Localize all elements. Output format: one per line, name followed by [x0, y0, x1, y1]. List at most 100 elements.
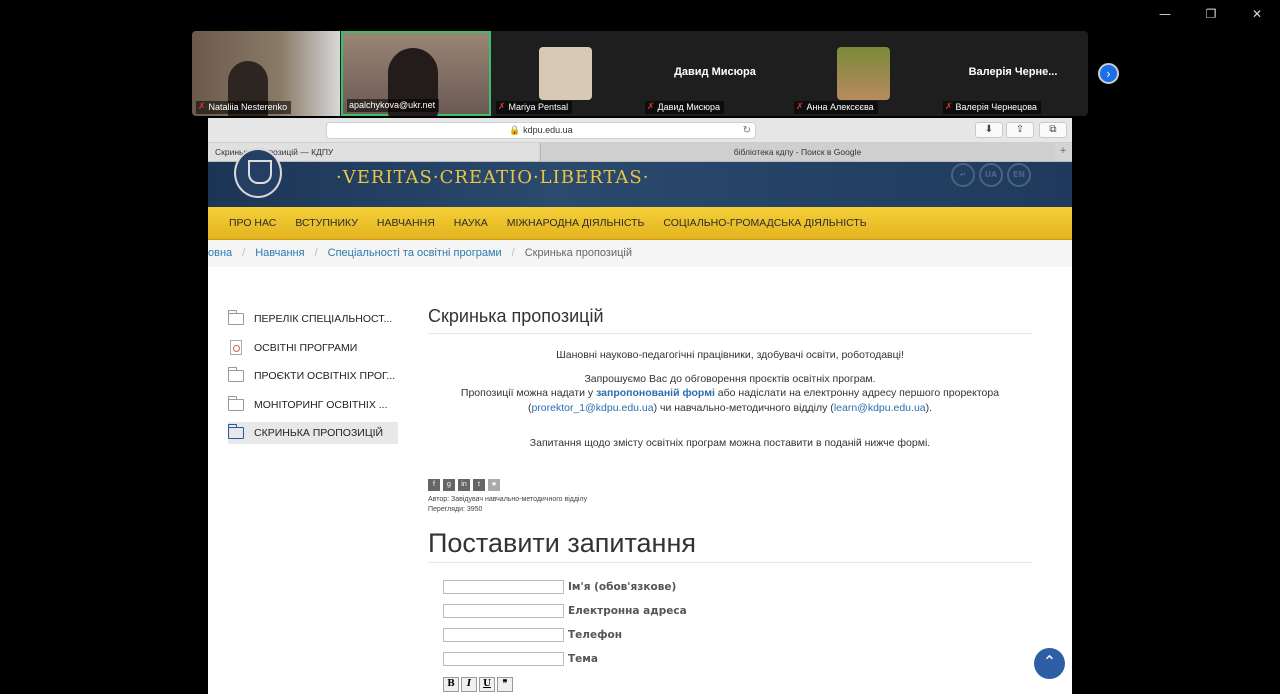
- quote-icon[interactable]: ❞: [497, 676, 513, 692]
- url-text: kdpu.edu.ua: [523, 125, 573, 135]
- subject-label: Тема: [568, 652, 598, 665]
- mic-muted-icon: ✗: [796, 102, 804, 112]
- tab-google[interactable]: бібліотека кдпу - Поиск в Google: [540, 143, 1054, 161]
- folder-icon: [228, 424, 244, 440]
- sidebar-item-monitoring[interactable]: МОНІТОРИНГ ОСВІТНІХ ...: [228, 394, 398, 416]
- underline-button[interactable]: U: [479, 676, 495, 692]
- tabs-icon: ⧉: [1049, 124, 1057, 135]
- breadcrumb-current: Скринька пропозицій: [524, 247, 633, 259]
- bookmark-icon[interactable]: ★: [488, 478, 500, 491]
- name-label: Ім'я (обов'язкове): [568, 580, 677, 593]
- participant-name: ✗ Валерія Чернецова: [943, 101, 1041, 114]
- share-icons: f g in t ★: [428, 478, 1032, 491]
- new-tab-icon[interactable]: +: [1054, 143, 1072, 161]
- subject-input[interactable]: [443, 651, 564, 666]
- participant-tile-active[interactable]: apalchykova@ukr.net: [341, 31, 491, 116]
- minimize-button[interactable]: —: [1142, 0, 1188, 28]
- name-input[interactable]: [443, 579, 564, 594]
- email-label: Електронна адреса: [568, 604, 687, 617]
- participant-name: ✗ Mariya Pentsal: [496, 101, 573, 114]
- twitter-icon[interactable]: t: [473, 478, 485, 491]
- breadcrumb-home[interactable]: овна: [208, 247, 232, 259]
- facebook-icon[interactable]: f: [428, 478, 440, 491]
- nav-international[interactable]: МІЖНАРОДНА ДІЯЛЬНІСТЬ: [507, 217, 645, 229]
- mic-muted-icon: ✗: [647, 102, 655, 112]
- sidebar-menu: ПЕРЕЛІК СПЕЦІАЛЬНОСТ... ОСВІТНІ ПРОГРАМИ…: [228, 308, 398, 451]
- google-plus-icon[interactable]: g: [443, 478, 455, 491]
- site-banner: ·VERITAS·CREATIO·LIBERTAS· ↵ UA EN: [208, 148, 1072, 207]
- lock-icon: 🔒: [509, 125, 521, 135]
- scroll-top-button[interactable]: ⌃: [1034, 648, 1065, 679]
- editor-toolbar: B I U ❞: [443, 676, 1032, 692]
- participant-tile[interactable]: Давид Мисюра ✗ Давид Мисюра: [641, 31, 789, 116]
- chevron-right-icon: ›: [1106, 66, 1111, 81]
- restore-button[interactable]: ❐: [1188, 0, 1234, 28]
- participant-tile[interactable]: ✗ Mariya Pentsal: [492, 31, 640, 116]
- download-button[interactable]: ⬇: [975, 122, 1003, 138]
- return-icon[interactable]: ↵: [951, 163, 975, 187]
- tabs-button[interactable]: ⧉: [1039, 122, 1067, 138]
- participant-tile[interactable]: Валерія Черне... ✗ Валерія Чернецова: [939, 31, 1087, 116]
- sidebar-item-programs[interactable]: ОСВІТНІ ПРОГРАМИ: [228, 337, 398, 359]
- participant-name: ✗ Nataliia Nesterenko: [196, 101, 292, 114]
- download-icon: ⬇: [984, 124, 994, 135]
- nav-education[interactable]: НАВЧАННЯ: [377, 217, 435, 229]
- nav-applicants[interactable]: ВСТУПНИКУ: [295, 217, 358, 229]
- bold-button[interactable]: B: [443, 676, 459, 692]
- linkedin-icon[interactable]: in: [458, 478, 470, 491]
- address-bar[interactable]: 🔒 kdpu.edu.ua ↻: [326, 122, 756, 139]
- folder-icon: [228, 310, 244, 325]
- site-motto: ·VERITAS·CREATIO·LIBERTAS·: [336, 167, 650, 188]
- question-form: Ім'я (обов'язкове) Електронна адреса Тел…: [443, 575, 1032, 692]
- next-page-button[interactable]: ›: [1098, 63, 1119, 84]
- participant-display-name: Давид Мисюра: [674, 66, 756, 78]
- phone-input[interactable]: [443, 627, 564, 642]
- mic-muted-icon: ✗: [945, 102, 953, 112]
- reload-icon[interactable]: ↻: [743, 123, 751, 138]
- tab-bar: Скринька пропозицій — КДПУ бібліотека кд…: [208, 143, 1072, 162]
- participant-strip: ✗ Nataliia Nesterenko apalchykova@ukr.net…: [192, 31, 1088, 116]
- form-link[interactable]: запропонованій формі: [596, 387, 715, 399]
- breadcrumb-education[interactable]: Навчання: [255, 247, 304, 259]
- shared-browser: 🔒 kdpu.edu.ua ↻ ⬇ ⇪ ⧉ Скринька пропозиці…: [208, 118, 1072, 694]
- participant-name: ✗ Анна Алексєєва: [794, 101, 878, 114]
- university-seal-logo[interactable]: [234, 148, 282, 198]
- phone-label: Телефон: [568, 628, 622, 641]
- article-meta: Автор: Завідувач навчально-методичного в…: [428, 495, 1032, 516]
- breadcrumb: овна / Навчання / Спеціальності та освітні п…: [208, 240, 1072, 267]
- nav-science[interactable]: НАУКА: [454, 217, 488, 229]
- main-nav: ПРО НАС ВСТУПНИКУ НАВЧАННЯ НАУКА МІЖНАРО…: [208, 207, 1072, 240]
- questions-text: Запитання щодо змісту освітніх програм м…: [529, 437, 931, 449]
- form-title: Поставити запитання: [428, 528, 1032, 563]
- close-button[interactable]: ✕: [1234, 0, 1280, 28]
- sidebar-item-projects[interactable]: ПРОЄКТИ ОСВІТНІХ ПРОГ...: [228, 365, 398, 387]
- italic-button[interactable]: I: [461, 676, 477, 692]
- sidebar-item-suggestions[interactable]: СКРИНЬКА ПРОПОЗИЦІЙ: [228, 422, 398, 445]
- folder-icon: [228, 367, 244, 383]
- mic-muted-icon: ✗: [198, 102, 206, 112]
- nav-about[interactable]: ПРО НАС: [229, 217, 276, 229]
- chevron-up-icon: ⌃: [1042, 652, 1057, 671]
- author-text: Автор: Завідувач навчально-методичного в…: [428, 495, 588, 503]
- page-title: Скринька пропозицій: [428, 306, 1032, 334]
- window-controls: — ❐ ✕: [1142, 0, 1280, 28]
- folder-icon: [228, 395, 244, 411]
- participant-tile[interactable]: ✗ Анна Алексєєва: [790, 31, 938, 116]
- lang-en[interactable]: EN: [1007, 163, 1031, 187]
- sidebar-item-specialties[interactable]: ПЕРЕЛІК СПЕЦІАЛЬНОСТ...: [228, 308, 398, 330]
- email-input[interactable]: [443, 603, 564, 618]
- views-text: Перегляди: 3950: [428, 506, 483, 513]
- browser-toolbar: 🔒 kdpu.edu.ua ↻ ⬇ ⇪ ⧉: [208, 118, 1072, 143]
- share-button[interactable]: ⇪: [1006, 122, 1034, 138]
- email-prorector-link[interactable]: prorektor_1@kdpu.edu.ua: [531, 402, 653, 414]
- lang-ua[interactable]: UA: [979, 163, 1003, 187]
- email-learn-link[interactable]: learn@kdpu.edu.ua: [834, 402, 926, 414]
- proposal-paragraph: Пропозиції можна надати у запропонованій…: [460, 387, 1000, 414]
- participant-tile[interactable]: ✗ Nataliia Nesterenko: [192, 31, 340, 116]
- avatar: [539, 47, 592, 100]
- nav-social[interactable]: СОЦІАЛЬНО-ГРОМАДСЬКА ДІЯЛЬНІСТЬ: [663, 217, 866, 229]
- participant-display-name: Валерія Черне...: [968, 66, 1058, 78]
- breadcrumb-specialties[interactable]: Спеціальності та освітні програми: [328, 247, 502, 259]
- participant-name: ✗ Давид Мисюра: [645, 101, 724, 114]
- avatar: [837, 47, 890, 100]
